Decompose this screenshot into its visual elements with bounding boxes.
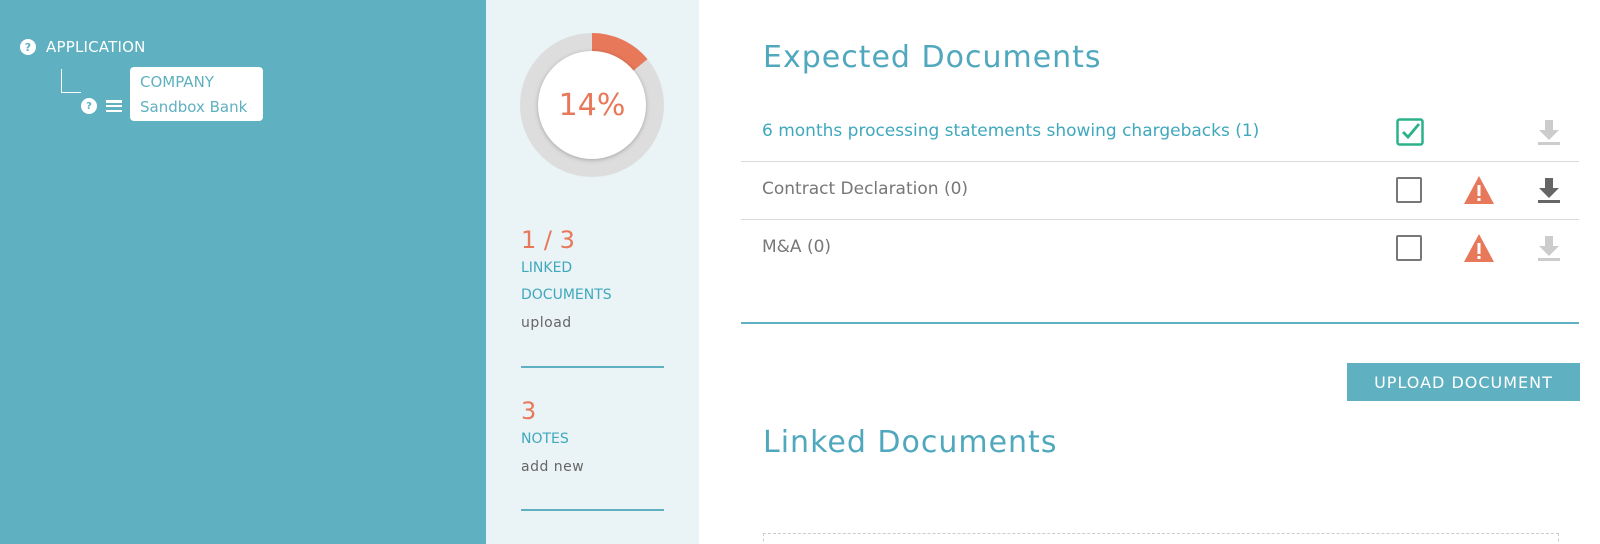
- help-icon[interactable]: ?: [20, 39, 36, 55]
- app-root: ? APPLICATION ? COMPANY Sandbox Bank 14%…: [0, 0, 1600, 544]
- stat-divider: [521, 366, 664, 368]
- notes-label: NOTES: [521, 431, 569, 447]
- document-row: Contract Declaration (0): [741, 162, 1579, 220]
- tree-root-node[interactable]: ? APPLICATION: [20, 38, 146, 56]
- linked-documents-stat: 1 / 3 LINKED DOCUMENTS upload: [521, 225, 664, 335]
- progress-donut: 14%: [520, 33, 664, 177]
- download-icon[interactable]: [1537, 176, 1561, 204]
- help-icon[interactable]: ?: [81, 98, 97, 114]
- list-divider: [741, 322, 1579, 324]
- stats-panel: 14% 1 / 3 LINKED DOCUMENTS upload 3 NOTE…: [486, 0, 699, 544]
- checkbox-unchecked[interactable]: [1396, 235, 1422, 261]
- stat-divider: [521, 509, 664, 511]
- upload-document-button[interactable]: UPLOAD DOCUMENT: [1347, 363, 1580, 401]
- company-node-box[interactable]: COMPANY Sandbox Bank: [130, 67, 263, 121]
- warning-icon: [1464, 176, 1494, 204]
- linked-count: 1 / 3: [521, 226, 575, 254]
- tree-root-label: APPLICATION: [46, 38, 146, 56]
- linked-documents-title: Linked Documents: [763, 425, 1058, 460]
- add-note-link[interactable]: add new: [521, 455, 664, 479]
- expected-documents-list: 6 months processing statements showing c…: [741, 104, 1579, 278]
- document-name: Contract Declaration (0): [762, 179, 969, 199]
- upload-link[interactable]: upload: [521, 311, 664, 335]
- notes-count: 3: [521, 397, 537, 425]
- tree-panel: ? APPLICATION ? COMPANY Sandbox Bank: [0, 0, 486, 544]
- progress-percent: 14%: [558, 87, 626, 123]
- checkbox-unchecked[interactable]: [1396, 177, 1422, 203]
- menu-icon[interactable]: [106, 100, 122, 112]
- checkbox-checked[interactable]: [1396, 118, 1424, 146]
- document-row: M&A (0): [741, 220, 1579, 278]
- linked-label-line1: LINKED: [521, 260, 573, 276]
- document-name: M&A (0): [762, 237, 832, 257]
- notes-stat: 3 NOTES add new: [521, 396, 664, 479]
- document-dropzone[interactable]: [763, 533, 1559, 544]
- tree-connector-line: [61, 69, 81, 93]
- download-icon[interactable]: [1537, 118, 1561, 146]
- expected-documents-title: Expected Documents: [763, 40, 1102, 75]
- download-icon[interactable]: [1537, 234, 1561, 262]
- node-type-label: COMPANY: [140, 73, 214, 91]
- main-content: Expected Documents 6 months processing s…: [699, 0, 1600, 544]
- tree-child-node[interactable]: ? COMPANY Sandbox Bank: [81, 67, 263, 121]
- node-name-label: Sandbox Bank: [140, 98, 248, 116]
- linked-label-line2: DOCUMENTS: [521, 287, 612, 303]
- document-name-link[interactable]: 6 months processing statements showing c…: [762, 121, 1259, 141]
- document-row: 6 months processing statements showing c…: [741, 104, 1579, 162]
- warning-icon: [1464, 234, 1494, 262]
